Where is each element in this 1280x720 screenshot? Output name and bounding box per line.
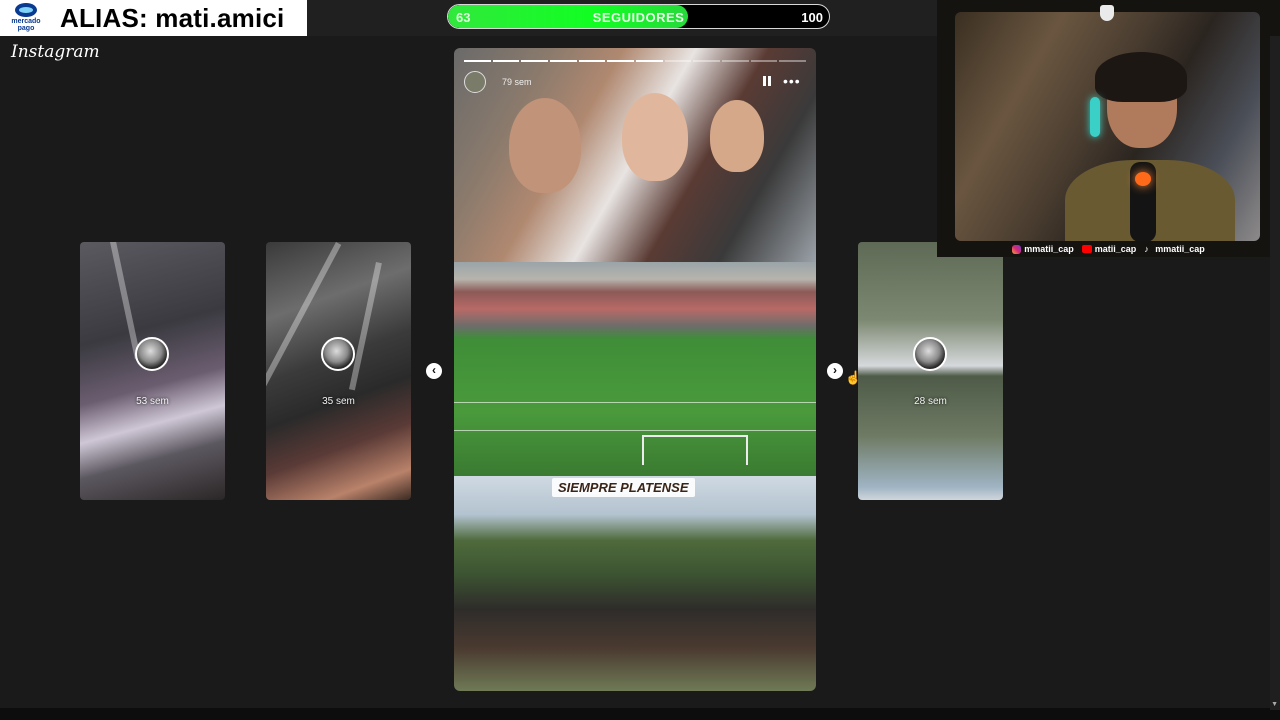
webcam-feed <box>955 12 1260 241</box>
microphone-light <box>1135 172 1151 186</box>
mercado-pago-logo: mercado pago <box>4 1 48 35</box>
more-options-icon[interactable]: ••• <box>783 73 801 89</box>
instagram-logo[interactable]: Instagram <box>11 42 100 62</box>
story-progress-segment <box>464 60 491 62</box>
story-avatar <box>321 337 355 371</box>
alias-overlay: mercado pago ALIAS: mati.amici <box>0 0 307 36</box>
story-progress-segment <box>550 60 577 62</box>
story-progress-segment <box>779 60 807 62</box>
pitch-line <box>454 430 816 431</box>
followers-goal-bar: 63 SEGUIDORES 100 <box>447 4 830 29</box>
story-progress-segment <box>521 60 549 62</box>
webcam-overlay: mmatii_cap matii_cap ♪ mmatii_cap <box>937 0 1280 257</box>
face <box>710 100 764 172</box>
light-beam <box>348 262 382 391</box>
face <box>622 93 688 181</box>
social-handle: matii_cap <box>1094 244 1137 254</box>
previous-story-button[interactable]: ‹ <box>426 363 442 379</box>
social-handle: mmatii_cap <box>1024 244 1074 254</box>
story-time: 28 sem <box>914 396 947 407</box>
social-instagram: mmatii_cap <box>1012 244 1074 254</box>
story-card-previous-2[interactable]: 53 sem <box>80 242 225 500</box>
story-progress-segment <box>664 60 692 62</box>
mercado-pago-handshake-icon <box>15 3 37 17</box>
story-avatar <box>913 337 947 371</box>
social-handle: mmatii_cap <box>1155 244 1205 254</box>
goal-frame <box>642 435 748 465</box>
story-progress-segment <box>607 60 635 62</box>
mercado-pago-logo-text: mercado pago <box>11 18 41 32</box>
story-author-avatar[interactable] <box>464 71 486 93</box>
face <box>509 98 581 193</box>
light-beam <box>110 242 141 360</box>
story-time: 53 sem <box>136 396 169 407</box>
story-progress-segment <box>693 60 721 62</box>
headset-light <box>1090 97 1100 137</box>
story-card-previous-1[interactable]: 35 sem <box>266 242 411 500</box>
story-progress-segment <box>722 60 749 62</box>
main-story[interactable]: SIEMPRE PLATENSE 79 sem ••• <box>454 48 816 691</box>
story-progress-segment <box>750 60 778 62</box>
next-story-button[interactable]: › <box>827 363 843 379</box>
streamer-hair <box>1095 52 1187 102</box>
youtube-icon <box>1081 245 1092 253</box>
bottom-strip <box>0 708 1280 720</box>
page-scrollbar[interactable]: ▼ <box>1270 36 1280 710</box>
story-time: 79 sem <box>502 77 532 87</box>
scroll-down-icon[interactable]: ▼ <box>1271 701 1278 708</box>
pause-icon[interactable] <box>762 76 772 86</box>
followers-label: SEGUIDORES <box>592 10 685 25</box>
social-handles: mmatii_cap matii_cap ♪ mmatii_cap <box>937 244 1280 254</box>
story-progress <box>464 60 807 62</box>
story-photo-stadium <box>454 262 816 476</box>
club-crest-icon <box>1100 5 1114 21</box>
tiktok-icon: ♪ <box>1144 243 1149 254</box>
story-progress-segment <box>636 60 663 62</box>
instagram-icon <box>1012 244 1022 254</box>
story-photo-street: SIEMPRE PLATENSE <box>454 476 816 691</box>
social-tiktok: ♪ mmatii_cap <box>1144 244 1205 254</box>
story-progress-segment <box>578 60 606 62</box>
story-banner: SIEMPRE PLATENSE <box>552 478 695 497</box>
story-progress-segment <box>492 60 520 62</box>
social-youtube: matii_cap <box>1081 244 1137 254</box>
story-card-next[interactable]: 28 sem <box>858 242 1003 500</box>
pitch-line <box>454 402 816 403</box>
story-time: 35 sem <box>322 396 355 407</box>
followers-goal-count: 100 <box>801 10 823 25</box>
story-avatar <box>135 337 169 371</box>
alias-text: ALIAS: mati.amici <box>60 2 285 33</box>
